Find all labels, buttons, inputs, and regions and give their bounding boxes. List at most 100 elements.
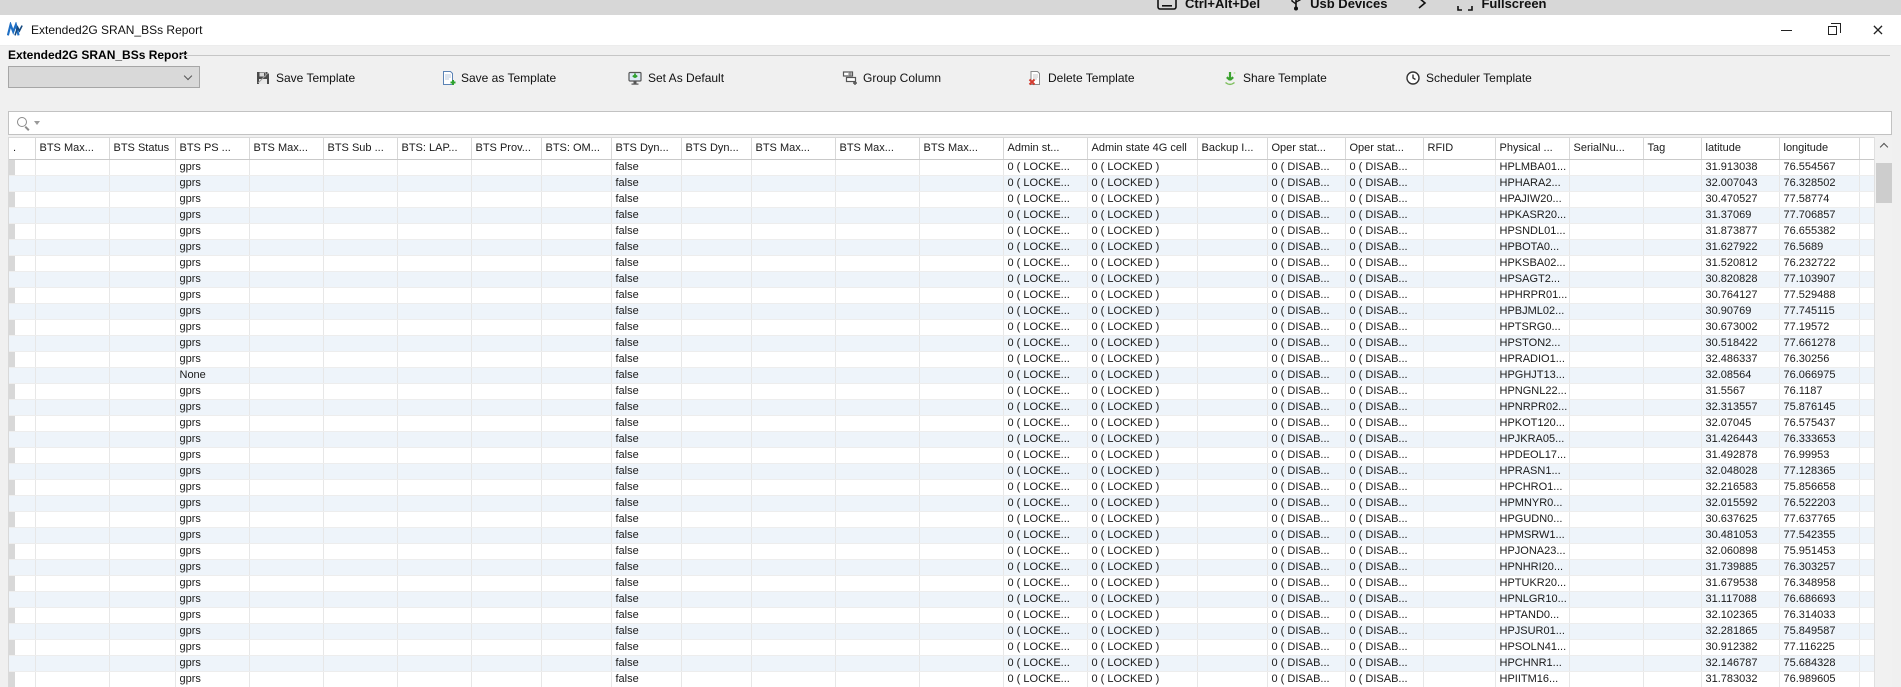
cell-oper-state2[interactable]: 0 ( DISAB... [1345,367,1423,383]
cell-bts-max[interactable] [35,223,109,239]
fullscreen-button[interactable]: Fullscreen [1457,0,1546,11]
cell-bts-sub[interactable] [323,367,397,383]
cell-bts-max4[interactable] [835,351,919,367]
cell-bts-max[interactable] [35,447,109,463]
cell-oper-state2[interactable]: 0 ( DISAB... [1345,479,1423,495]
cell-oper-state[interactable]: 0 ( DISAB... [1267,639,1345,655]
cell-bts-status[interactable] [109,207,175,223]
scheduler-template-button[interactable]: Scheduler Template [1405,67,1532,89]
cell-bts-ps[interactable]: gprs [175,527,249,543]
cell-bts-ps[interactable]: gprs [175,191,249,207]
cell-admin-state-4g[interactable]: 0 ( LOCKED ) [1087,351,1197,367]
cell-bts-sub[interactable] [323,303,397,319]
cell-bts-om[interactable] [541,223,611,239]
cell-longitude[interactable]: 77.58774 [1779,191,1859,207]
cell-backup[interactable] [1197,511,1267,527]
cell-rfid[interactable] [1423,335,1495,351]
cell-rfid[interactable] [1423,607,1495,623]
cell-bts-status[interactable] [109,383,175,399]
table-row[interactable]: gprsfalse0 ( LOCKE...0 ( LOCKED )0 ( DIS… [9,335,1874,351]
cell-admin-state[interactable]: 0 ( LOCKE... [1003,159,1087,175]
cell-admin-state[interactable]: 0 ( LOCKE... [1003,383,1087,399]
cell-oper-state[interactable]: 0 ( DISAB... [1267,175,1345,191]
cell-serial[interactable] [1569,239,1643,255]
cell-oper-state2[interactable]: 0 ( DISAB... [1345,239,1423,255]
cell-rfid[interactable] [1423,479,1495,495]
cell-tag[interactable] [1643,191,1701,207]
cell-bts-ps[interactable]: gprs [175,575,249,591]
cell-dot[interactable] [9,607,35,623]
cell-admin-state[interactable]: 0 ( LOCKE... [1003,527,1087,543]
cell-backup[interactable] [1197,319,1267,335]
cell-oper-state[interactable]: 0 ( DISAB... [1267,559,1345,575]
cell-bts-max[interactable] [35,415,109,431]
cell-bts-lap[interactable] [397,175,471,191]
cell-latitude[interactable]: 32.048028 [1701,463,1779,479]
cell-backup[interactable] [1197,479,1267,495]
cell-bts-dyn2[interactable] [681,287,751,303]
cell-bts-max3[interactable] [751,463,835,479]
cell-longitude[interactable]: 76.232722 [1779,255,1859,271]
cell-oper-state[interactable]: 0 ( DISAB... [1267,239,1345,255]
cell-latitude[interactable]: 32.313557 [1701,399,1779,415]
cell-bts-max2[interactable] [249,223,323,239]
cell-physical[interactable]: HPMSRW1... [1495,527,1569,543]
cell-bts-sub[interactable] [323,575,397,591]
cell-bts-om[interactable] [541,623,611,639]
cell-bts-prov[interactable] [471,431,541,447]
table-row[interactable]: gprsfalse0 ( LOCKE...0 ( LOCKED )0 ( DIS… [9,207,1874,223]
cell-bts-sub[interactable] [323,463,397,479]
cell-bts-ps[interactable]: gprs [175,431,249,447]
cell-tag[interactable] [1643,415,1701,431]
cell-oper-state[interactable]: 0 ( DISAB... [1267,431,1345,447]
cell-bts-max4[interactable] [835,431,919,447]
cell-bts-dyn2[interactable] [681,559,751,575]
cell-bts-dyn[interactable]: false [611,495,681,511]
cell-admin-state[interactable]: 0 ( LOCKE... [1003,575,1087,591]
cell-dot[interactable] [9,655,35,671]
cell-bts-ps[interactable]: gprs [175,591,249,607]
cell-rfid[interactable] [1423,495,1495,511]
cell-bts-status[interactable] [109,367,175,383]
cell-bts-max3[interactable] [751,207,835,223]
cell-oper-state2[interactable]: 0 ( DISAB... [1345,607,1423,623]
cell-bts-max4[interactable] [835,239,919,255]
cell-oper-state2[interactable]: 0 ( DISAB... [1345,655,1423,671]
cell-bts-om[interactable] [541,447,611,463]
cell-bts-om[interactable] [541,463,611,479]
cell-bts-dyn2[interactable] [681,255,751,271]
cell-latitude[interactable]: 31.739885 [1701,559,1779,575]
cell-bts-dyn[interactable]: false [611,623,681,639]
cell-oper-state[interactable]: 0 ( DISAB... [1267,591,1345,607]
cell-bts-max3[interactable] [751,447,835,463]
cell-bts-sub[interactable] [323,527,397,543]
cell-bts-sub[interactable] [323,207,397,223]
cell-admin-state[interactable]: 0 ( LOCKE... [1003,495,1087,511]
cell-admin-state-4g[interactable]: 0 ( LOCKED ) [1087,591,1197,607]
cell-bts-om[interactable] [541,543,611,559]
cell-bts-ps[interactable]: gprs [175,207,249,223]
cell-bts-max4[interactable] [835,319,919,335]
cell-serial[interactable] [1569,351,1643,367]
cell-bts-max3[interactable] [751,287,835,303]
cell-bts-max4[interactable] [835,335,919,351]
cell-bts-om[interactable] [541,207,611,223]
cell-oper-state2[interactable]: 0 ( DISAB... [1345,319,1423,335]
cell-serial[interactable] [1569,575,1643,591]
cell-bts-max5[interactable] [919,351,1003,367]
cell-longitude[interactable]: 76.348958 [1779,575,1859,591]
save-as-template-button[interactable]: Save as Template [440,67,556,89]
cell-bts-max[interactable] [35,591,109,607]
cell-rfid[interactable] [1423,527,1495,543]
cell-bts-max[interactable] [35,655,109,671]
cell-physical[interactable]: HPRADIO1... [1495,351,1569,367]
cell-oper-state[interactable]: 0 ( DISAB... [1267,399,1345,415]
cell-bts-prov[interactable] [471,447,541,463]
cell-bts-max5[interactable] [919,175,1003,191]
cell-rfid[interactable] [1423,239,1495,255]
cell-bts-max2[interactable] [249,639,323,655]
cell-serial[interactable] [1569,223,1643,239]
cell-bts-max5[interactable] [919,671,1003,687]
cell-oper-state[interactable]: 0 ( DISAB... [1267,479,1345,495]
table-row[interactable]: gprsfalse0 ( LOCKE...0 ( LOCKED )0 ( DIS… [9,527,1874,543]
